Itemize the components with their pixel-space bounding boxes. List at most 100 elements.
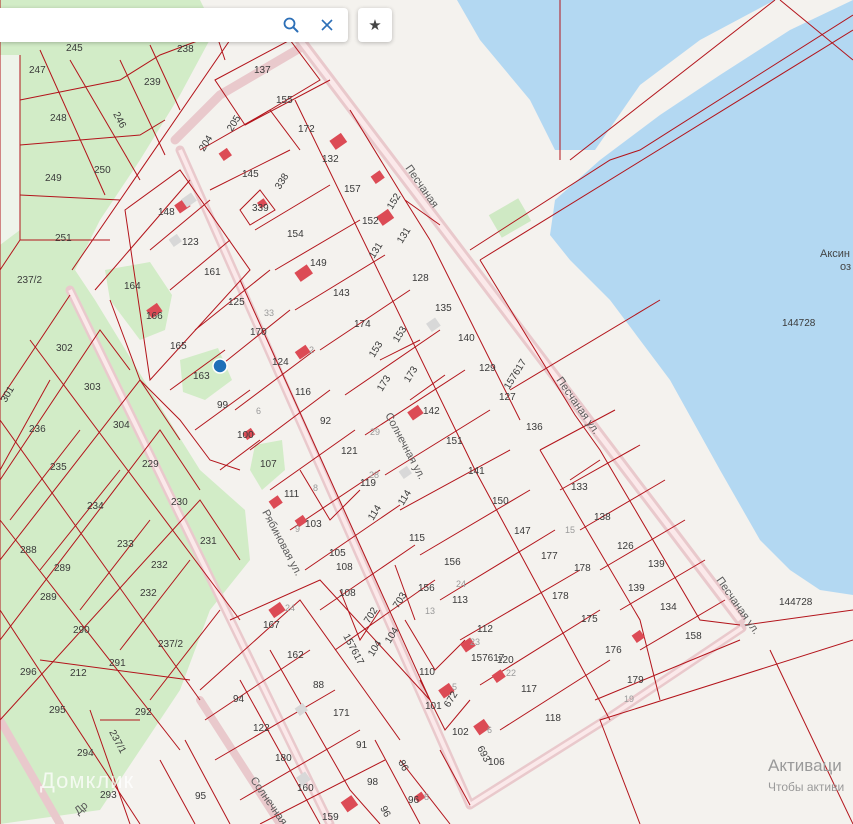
parcel-label: 154 (287, 229, 304, 240)
search-bar (0, 8, 348, 42)
house-number: 2 (309, 345, 314, 355)
activation-title: Активаци (768, 756, 842, 775)
parcel-label: 116 (295, 387, 311, 398)
parcel-label: 150 (492, 496, 509, 507)
cadastral-map[interactable]: Рябиновая ул. Солнечная ул. Солнечная Пе… (0, 0, 853, 824)
parcel-label: 152 (362, 216, 379, 227)
parcel-label: 112 (477, 624, 493, 635)
house-number: 28 (369, 470, 379, 480)
parcel-label: 105 (329, 548, 346, 559)
parcel-label: 123 (182, 237, 199, 248)
parcel-label: 108 (336, 562, 353, 573)
parcel-label: 127 (499, 392, 516, 403)
search-input[interactable] (8, 14, 272, 38)
parcel-label: 178 (574, 563, 591, 574)
star-icon: ★ (368, 17, 382, 34)
location-dot-icon[interactable] (212, 358, 228, 374)
parcel-label: 163 (193, 371, 210, 382)
parcel-label: 175 (581, 614, 598, 625)
parcel-label: 178 (552, 591, 569, 602)
parcel-label: 171 (333, 708, 350, 719)
parcel-label: 143 (333, 288, 350, 299)
parcel-label: 303 (84, 382, 101, 393)
parcel-label: 166 (146, 311, 163, 322)
parcel-label: 110 (419, 667, 435, 678)
parcel-label: 107 (260, 459, 277, 470)
parcel-label: 96 (408, 795, 420, 806)
parcel-label: 95 (195, 791, 207, 802)
parcel-label: 118 (545, 713, 561, 724)
parcel-label: 98 (367, 777, 379, 788)
parcel-label: 100 (237, 430, 254, 441)
parcel-label: 237/2 (17, 275, 42, 286)
parcel-label: 162 (287, 650, 304, 661)
house-number: 8 (424, 792, 429, 802)
parcel-label: 290 (73, 625, 90, 636)
parcel-label: 106 (488, 757, 505, 768)
lake-parcel-label: 144728 (782, 318, 816, 329)
parcel-label: 233 (117, 539, 134, 550)
clearing-west (0, 55, 20, 245)
parcel-label: 248 (50, 113, 67, 124)
parcel-label: 167 (263, 620, 280, 631)
parcel-label: 232 (151, 560, 168, 571)
parcel-label: 164 (124, 281, 141, 292)
parcel-label: 289 (54, 563, 71, 574)
windows-activation-notice: Активаци Чтобы активи (768, 756, 853, 794)
parcel-label: 289 (40, 592, 57, 603)
parcel-label: 120 (497, 655, 514, 666)
parcel-label: 149 (310, 258, 327, 269)
parcel-label: 291 (109, 658, 126, 669)
parcel-label: 294 (77, 748, 94, 759)
parcel-label: 157 (344, 184, 361, 195)
parcel-label: 292 (135, 707, 152, 718)
parcel-label: 102 (452, 727, 469, 738)
parcel-label: 156 (444, 557, 461, 568)
parcel-label: 94 (233, 694, 245, 705)
parcel-label: 133 (571, 482, 588, 493)
parcel-label: 108 (339, 588, 356, 599)
parcel-label: 176 (605, 645, 622, 656)
parcel-label: 156 (418, 583, 435, 594)
lake-name-2: оз (840, 261, 851, 273)
parcel-label: 111 (284, 489, 300, 500)
parcel-label: 148 (158, 207, 175, 218)
parcel-label: 155 (276, 95, 293, 106)
house-number: 24 (456, 579, 466, 589)
parcel-label: 174 (354, 319, 371, 330)
parcel-label: 158 (685, 631, 702, 642)
parcel-label: 140 (458, 333, 475, 344)
house-number: 6 (256, 406, 261, 416)
parcel-label: 129 (479, 363, 496, 374)
parcel-label: 122 (253, 723, 270, 734)
parcel-label: 121 (341, 446, 358, 457)
search-icon[interactable] (276, 8, 306, 42)
parcel-label: 139 (648, 559, 665, 570)
watermark: Домклик (40, 768, 135, 793)
parcel-label: 245 (66, 43, 83, 54)
parcel-label: 128 (412, 273, 429, 284)
house-number: 24 (285, 603, 295, 613)
parcel-label: 177 (541, 551, 558, 562)
parcel-label: 231 (200, 536, 217, 547)
close-icon[interactable] (312, 8, 342, 42)
parcel-label: 88 (313, 680, 325, 691)
parcel-label: 99 (217, 400, 229, 411)
house-number: 8 (313, 483, 318, 493)
parcel-label: 126 (617, 541, 634, 552)
house-number: 33 (264, 308, 274, 318)
parcel-label: 339 (252, 203, 269, 214)
parcel-label: 91 (356, 740, 368, 751)
parcel-label: 136 (526, 422, 543, 433)
parcel-label: 170 (250, 327, 267, 338)
parcel-label: 304 (113, 420, 130, 431)
parcel-label: 232 (140, 588, 157, 599)
activation-subtitle: Чтобы активи (768, 780, 845, 794)
favorite-button[interactable]: ★ (358, 8, 392, 42)
parcel-label: 137 (254, 65, 271, 76)
parcel-label: 92 (320, 416, 332, 427)
parcel-label: 237/2 (158, 639, 183, 650)
parcel-label: 117 (521, 684, 537, 695)
parcel-label: 180 (275, 753, 292, 764)
parcel-label: 212 (70, 668, 87, 679)
